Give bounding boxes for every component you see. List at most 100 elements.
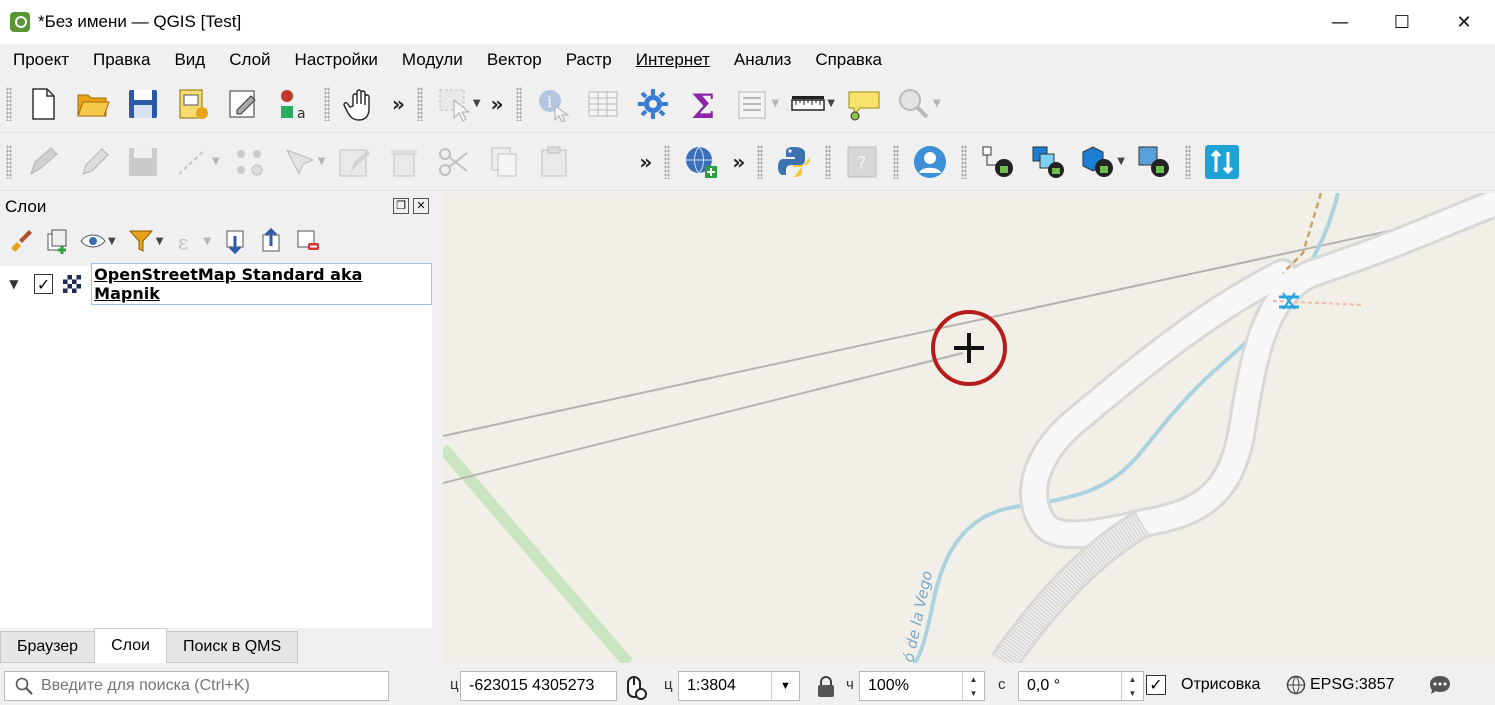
- map-canvas[interactable]: ó de la Vego: [443, 193, 1495, 663]
- lock-scale-button[interactable]: [815, 675, 837, 699]
- menu-edit[interactable]: Правка: [80, 44, 161, 75]
- dropdown-arrow-icon[interactable]: ▼: [933, 98, 941, 109]
- messages-button[interactable]: [1428, 674, 1452, 703]
- menu-settings[interactable]: Настройки: [282, 44, 389, 75]
- menu-analysis[interactable]: Анализ: [721, 44, 802, 75]
- dropdown-arrow-icon[interactable]: ▼: [156, 236, 164, 247]
- close-button[interactable]: ✕: [1433, 0, 1495, 44]
- remove-layer-button[interactable]: [293, 226, 323, 256]
- sort-order-button[interactable]: [1200, 140, 1244, 184]
- menu-layer[interactable]: Слой: [216, 44, 281, 75]
- magnifier-spinbox[interactable]: 100% ▲ ▼: [859, 671, 985, 701]
- dropdown-arrow-icon[interactable]: ▼: [318, 156, 326, 167]
- modify-attributes-button[interactable]: [277, 140, 321, 184]
- open-project-button[interactable]: [71, 82, 115, 126]
- tab-qms-search[interactable]: Поиск в QMS: [165, 631, 299, 663]
- digitize-button[interactable]: [171, 140, 215, 184]
- paste-features-button[interactable]: [532, 140, 576, 184]
- menu-web[interactable]: Интернет: [623, 44, 721, 75]
- styling-button[interactable]: [6, 226, 36, 256]
- cut-features-button[interactable]: [432, 140, 476, 184]
- save-edits-button[interactable]: [121, 140, 165, 184]
- delete-selected-button[interactable]: [382, 140, 426, 184]
- menu-vector[interactable]: Вектор: [474, 44, 553, 75]
- toolbar-grip[interactable]: [416, 86, 423, 121]
- magnifier-spin-buttons[interactable]: ▲ ▼: [962, 672, 984, 700]
- tab-browser[interactable]: Браузер: [0, 631, 96, 663]
- dropdown-arrow-icon[interactable]: ▼: [203, 236, 211, 247]
- attribute-table-button[interactable]: [581, 82, 625, 126]
- toolbar-grip[interactable]: [6, 144, 12, 179]
- toolbar-grip[interactable]: [961, 144, 968, 179]
- menu-raster[interactable]: Растр: [553, 44, 623, 75]
- dropdown-arrow-icon[interactable]: ▼: [108, 236, 116, 247]
- zoom-actions-button[interactable]: [892, 82, 936, 126]
- locator-search[interactable]: [4, 671, 389, 701]
- toggle-editing-button[interactable]: [71, 140, 115, 184]
- statistics-button[interactable]: Σ: [681, 82, 725, 126]
- print-layout-button[interactable]: [171, 82, 215, 126]
- menu-plugins[interactable]: Модули: [389, 44, 474, 75]
- toolbar-grip[interactable]: [757, 144, 764, 179]
- search-input[interactable]: [41, 677, 371, 695]
- toolbox-button[interactable]: [631, 82, 675, 126]
- crs-button[interactable]: EPSG:3857: [1286, 675, 1395, 695]
- toolbar-grip[interactable]: [1184, 144, 1191, 179]
- geo-lock-line-button[interactable]: [976, 140, 1020, 184]
- layer-visibility-checkbox[interactable]: ✓: [33, 274, 54, 294]
- toolbar-overflow-button[interactable]: »: [392, 92, 405, 116]
- geo-lock-fill-button[interactable]: [1076, 140, 1120, 184]
- collapse-all-button[interactable]: [257, 226, 287, 256]
- visibility-button[interactable]: [78, 226, 108, 256]
- layer-item[interactable]: ▼ ✓ OpenStreetMap Standard aka Mapnik: [0, 263, 432, 305]
- measure-button[interactable]: [786, 82, 830, 126]
- edit-table-button[interactable]: [332, 140, 376, 184]
- add-group-button[interactable]: [42, 226, 72, 256]
- new-project-button[interactable]: [21, 82, 65, 126]
- style-manager-button[interactable]: a: [271, 82, 315, 126]
- select-features-button[interactable]: [432, 82, 476, 126]
- panel-splitter[interactable]: [433, 193, 443, 663]
- vertex-tool-button[interactable]: [227, 140, 271, 184]
- minimize-button[interactable]: —: [1309, 0, 1371, 44]
- scale-combo[interactable]: 1:3804 ▼: [678, 671, 800, 701]
- scale-dropdown-arrow-icon[interactable]: ▼: [771, 672, 799, 700]
- toolbar-grip[interactable]: [825, 144, 832, 179]
- menu-project[interactable]: Проект: [0, 44, 80, 75]
- geo-lock-raster-button[interactable]: [1132, 140, 1176, 184]
- identify-button[interactable]: i: [531, 82, 575, 126]
- layer-name[interactable]: OpenStreetMap Standard aka Mapnik: [91, 263, 432, 305]
- menu-view[interactable]: Вид: [161, 44, 216, 75]
- toolbar-grip[interactable]: [664, 144, 671, 179]
- expand-all-button[interactable]: [221, 226, 251, 256]
- float-panel-button[interactable]: ❐: [393, 198, 409, 214]
- filter-expression-button[interactable]: ε: [173, 226, 203, 256]
- toolbar-grip[interactable]: [6, 86, 12, 121]
- expand-arrow-icon[interactable]: ▼: [2, 277, 26, 291]
- user-profile-button[interactable]: [908, 140, 952, 184]
- extent-toggle-button[interactable]: [622, 675, 648, 701]
- dropdown-arrow-icon[interactable]: ▼: [212, 156, 220, 167]
- save-project-button[interactable]: [121, 82, 165, 126]
- add-wms-button[interactable]: [679, 140, 723, 184]
- copy-features-button[interactable]: [482, 140, 526, 184]
- render-checkbox[interactable]: ✓: [1146, 675, 1166, 695]
- menu-help[interactable]: Справка: [802, 44, 893, 75]
- rotation-spinbox[interactable]: 0,0 ° ▲ ▼: [1018, 671, 1144, 701]
- current-edits-button[interactable]: [21, 140, 65, 184]
- toolbar-overflow-button[interactable]: »: [639, 150, 652, 174]
- field-calculator-button[interactable]: [731, 82, 775, 126]
- pan-map-button[interactable]: [339, 82, 383, 126]
- toolbar-grip[interactable]: [324, 86, 330, 121]
- close-panel-button[interactable]: ✕: [413, 198, 429, 214]
- rotation-spin-buttons[interactable]: ▲ ▼: [1121, 672, 1143, 700]
- toolbar-grip[interactable]: [515, 86, 522, 121]
- dropdown-arrow-icon[interactable]: ▼: [772, 98, 780, 109]
- python-console-button[interactable]: [772, 140, 816, 184]
- map-tips-button[interactable]: [842, 82, 886, 126]
- maximize-button[interactable]: ☐: [1371, 0, 1433, 44]
- filter-legend-button[interactable]: [126, 226, 156, 256]
- toolbar-overflow-button[interactable]: »: [732, 150, 745, 174]
- coordinate-field[interactable]: -623015 4305273: [460, 671, 617, 701]
- help-contents-button[interactable]: ?: [840, 140, 884, 184]
